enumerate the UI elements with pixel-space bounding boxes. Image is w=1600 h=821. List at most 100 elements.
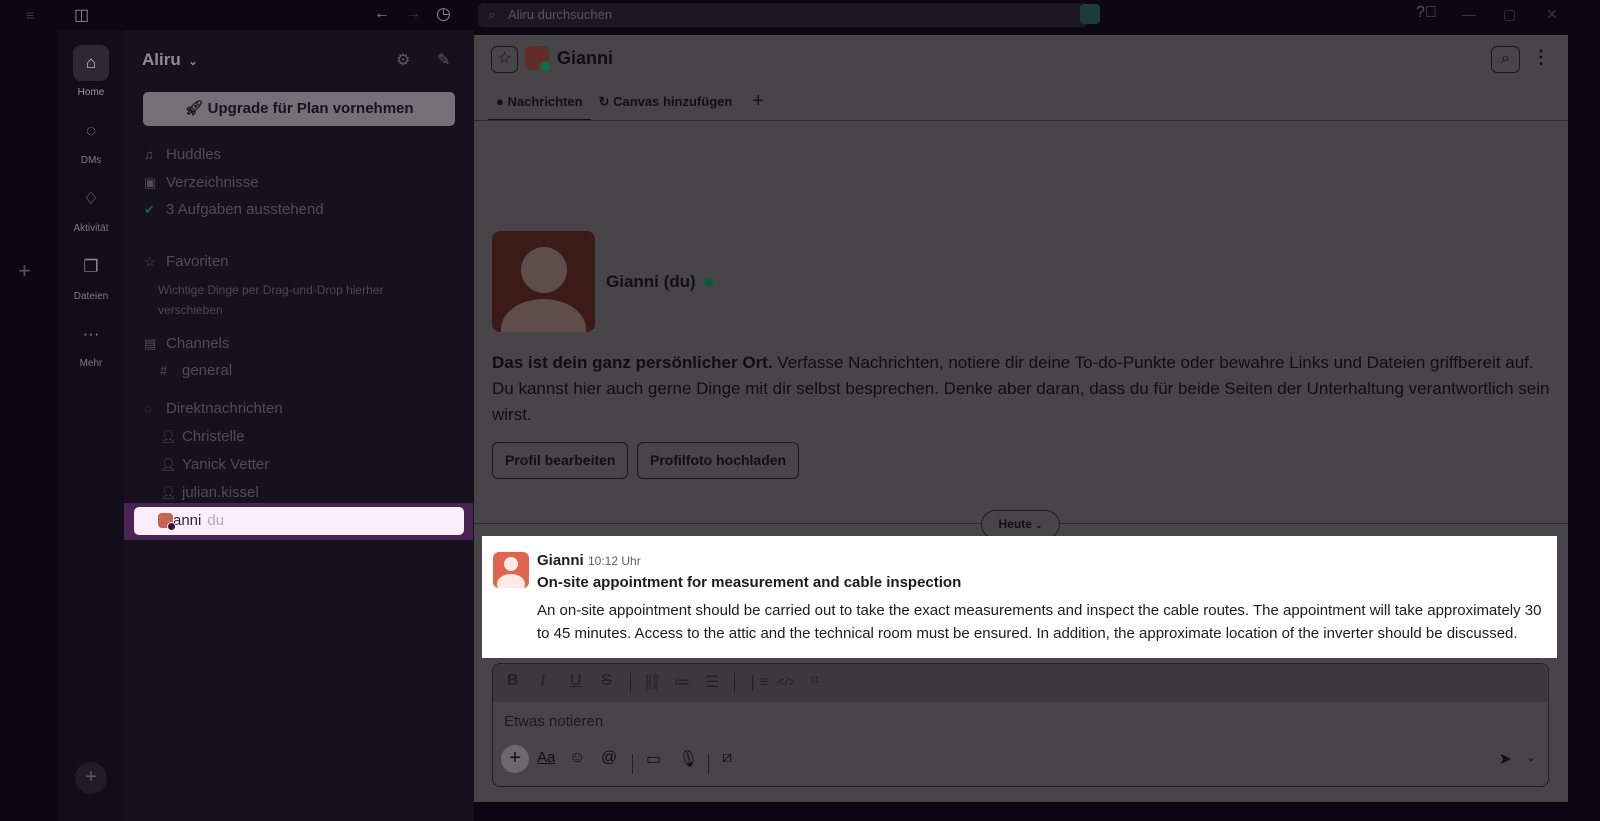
close-icon[interactable]: ✕ [1546,6,1558,23]
day-divider-button[interactable]: Heute ⌄ [981,510,1060,539]
rail-dms-label: DMs [80,155,102,166]
star-icon[interactable]: ☆ [491,46,518,73]
link-icon[interactable]: ⛓ [642,672,662,692]
dms-icon: ◌ [85,121,97,140]
avatar-head [504,557,518,571]
ordered-list-icon[interactable]: ≔ [674,672,690,692]
tab-label: Nachrichten [507,94,583,109]
tab-add-canvas[interactable]: ↻ Canvas hinzufügen [591,89,741,121]
bullet-list-icon[interactable]: ☰ [705,672,719,692]
workspace-name[interactable]: Aliru ⌄ [142,50,198,70]
emoji-icon[interactable]: ☺ [569,749,585,767]
user-avatar-icon: 👤︎ [160,429,177,444]
avatar-body [497,574,525,588]
back-arrow-icon[interactable]: ← [374,5,390,23]
microphone-icon[interactable]: 🎙︎ [678,749,698,769]
minimize-icon[interactable]: — [1462,6,1476,22]
dm-julian-kissel[interactable]: 👤︎ julian.kissel [160,484,259,501]
workspace-logo-icon[interactable] [1080,4,1100,24]
headphones-icon: ♫ [144,147,154,162]
rail-activity-label: Aktivität [73,223,109,234]
code-block-icon[interactable]: ⌗ [810,672,819,690]
mention-icon[interactable]: @ [601,749,617,767]
sidebar-item-huddles[interactable]: ♫ Huddles [144,146,221,163]
message-author[interactable]: Gianni [537,552,584,569]
dm-yanick-vetter[interactable]: 👤︎ Yanick Vetter [160,456,269,473]
sidebar-item-label: Verzeichnisse [166,174,259,191]
compose-icon[interactable]: ✎ [437,50,450,70]
video-icon[interactable]: ▭ [646,749,661,769]
profile-avatar[interactable] [492,231,595,332]
history-icon[interactable]: ◷ [436,4,451,24]
page-title[interactable]: Gianni [557,48,613,69]
strikethrough-icon[interactable]: S [601,672,612,690]
sidebar-item-label: Huddles [166,146,222,163]
bold-icon[interactable]: B [507,672,519,690]
workspace-rail: + [0,30,58,821]
code-icon[interactable]: </> [777,674,796,689]
composer-input[interactable]: Etwas notieren [504,713,603,730]
format-toggle-icon[interactable]: Aa [537,749,555,766]
intro-text: Das ist dein ganz persönlicher Ort. Verf… [492,350,1552,428]
help-icon[interactable]: ?⃝ [1416,4,1437,22]
favorites-header[interactable]: ☆ Favoriten [144,253,229,270]
profile-name-text: Gianni (du) [606,272,696,291]
search-placeholder: Aliru durchsuchen [508,7,613,22]
rail-home[interactable]: ⌂ Home [58,45,124,98]
rail-files[interactable]: ❐ Dateien [58,249,124,302]
bell-icon: ♢ [83,189,99,208]
attach-plus-button[interactable]: + [501,745,529,773]
rail-more[interactable]: ··· Mehr [58,316,124,369]
dm-label: Yanick Vetter [182,456,270,473]
channel-general[interactable]: # general [160,362,232,379]
intro-bold: Das ist dein ganz persönlicher Ort. [492,353,773,372]
gear-icon[interactable]: ⚙ [396,50,410,70]
star-icon: ☆ [144,254,156,269]
divider [474,120,1568,121]
dm-christelle[interactable]: 👤︎ Christelle [160,428,245,445]
slack-app: ≡ ◫ ← → ◷ ⌕ Aliru durchsuchen ?⃝ — ▢ ✕ +… [0,0,1600,821]
dm-header[interactable]: ◌ Direktnachrichten [144,400,283,417]
avatar [525,46,552,73]
hash-icon: # [160,363,168,378]
sidebar-item-directories[interactable]: ▣ Verzeichnisse [144,174,259,191]
quote-icon[interactable]: ❘≡ [746,672,769,692]
chevron-down-icon[interactable]: ⌄ [1526,750,1536,764]
dm-label: julian.kissel [182,484,259,501]
hamburger-icon[interactable]: ≡ [26,7,34,23]
files-icon: ❐ [83,257,99,276]
rail-dms[interactable]: ◌ DMs [58,113,124,166]
more-icon: ··· [82,324,100,343]
dm-gianni-row[interactable]: Gianni du [134,507,464,535]
rail-activity[interactable]: ♢ Aktivität [58,181,124,234]
italic-icon[interactable]: I [540,672,545,690]
message-body: An on-site appointment should be carried… [537,602,1542,642]
dm-gianni-selected[interactable]: Gianni du [124,503,473,540]
forward-arrow-icon[interactable]: → [405,5,421,23]
message-timestamp[interactable]: 10:12 Uhr [588,554,641,568]
maximize-icon[interactable]: ▢ [1503,6,1516,23]
underline-icon[interactable]: U [570,672,582,690]
slash-command-icon[interactable]: ⧄ [722,749,732,767]
user-avatar-icon: 👤︎ [160,457,177,472]
message[interactable]: Gianni 10:12 Uhr On-site appointment for… [482,536,1557,658]
tab-messages[interactable]: ● Nachrichten [488,89,591,121]
upgrade-button[interactable]: 🚀︎ Upgrade für Plan vornehmen [143,92,455,126]
sidebar-toggle-icon[interactable]: ◫ [74,5,89,25]
profile-name[interactable]: Gianni (du) [606,272,713,292]
edit-profile-button[interactable]: Profil bearbeiten [492,442,629,479]
search-icon[interactable]: ⌕ [1491,46,1520,73]
send-icon[interactable]: ➤ [1499,749,1512,769]
add-tab-button[interactable]: + [740,89,776,121]
search-input[interactable]: ⌕ Aliru durchsuchen [478,3,1088,27]
day-label: Heute [998,517,1032,531]
create-new-button[interactable]: + [75,762,107,794]
add-workspace-icon[interactable]: + [18,258,31,284]
more-vertical-icon[interactable]: ⋮ [1532,47,1550,68]
rail-files-label: Dateien [73,291,109,302]
avatar[interactable] [493,552,529,588]
channels-header[interactable]: ▤ Channels [144,335,229,352]
message-composer: B I U S ⛓ ≔ ☰ ❘≡ </> ⌗ Etwas notieren + … [492,663,1549,787]
sidebar-item-tasks[interactable]: ✔ 3 Aufgaben ausstehend [144,201,324,218]
upload-photo-button[interactable]: Profilfoto hochladen [637,442,800,479]
